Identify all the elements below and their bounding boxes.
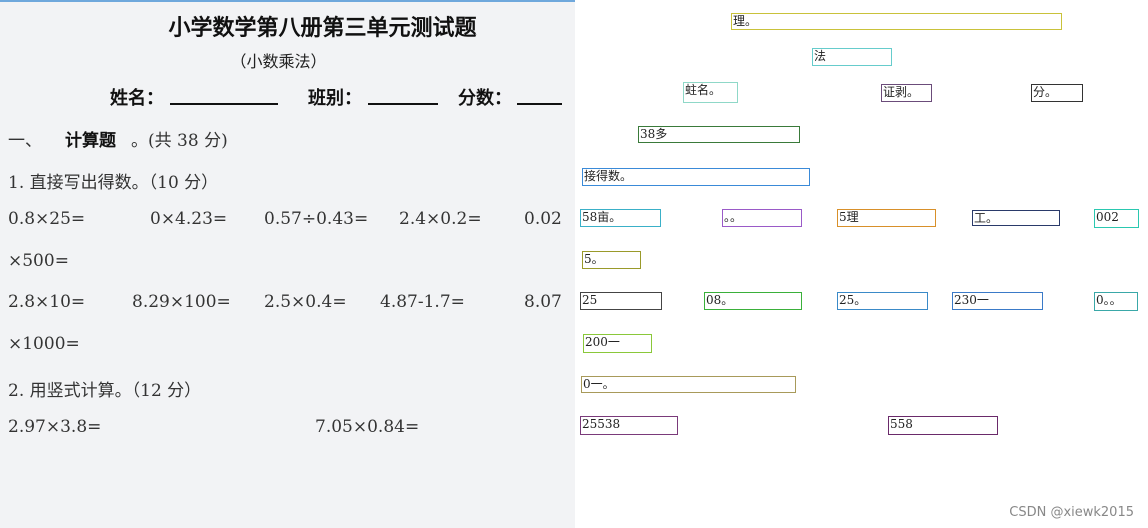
ocr-box: 0。。 — [1094, 292, 1138, 311]
worksheet-panel: 小学数学第八册第三单元测试题 （小数乘法） 姓名： 班别： 分数： 一、 计算题… — [0, 0, 575, 528]
ocr-box: 法 — [812, 48, 892, 66]
ocr-box: 0一。 — [581, 376, 796, 393]
watermark: CSDN @xiewk2015 — [1009, 505, 1134, 520]
ocr-box: 58亩。 — [580, 209, 661, 227]
q1-item-continued: ×1000= — [8, 334, 80, 354]
ocr-results-panel: 理。 法 蛀名。 证剥。 分。 38多 接得数。 58亩。 。。 5理 工。 0… — [575, 0, 1148, 528]
ocr-box: 558 — [888, 416, 998, 435]
q1-item-continued: ×500= — [8, 251, 69, 271]
ocr-box: 工。 — [972, 210, 1060, 226]
section1-points: 。(共 38 分) — [131, 131, 228, 151]
q1-item: 0×4.23= — [150, 209, 228, 229]
ocr-box: 25 — [580, 292, 662, 310]
worksheet-title: 小学数学第八册第三单元测试题 — [168, 15, 477, 41]
q1-item: 8.07 — [524, 292, 562, 312]
ocr-box: 。。 — [722, 209, 802, 227]
ocr-box: 接得数。 — [582, 168, 810, 186]
q1-item: 2.5×0.4= — [264, 292, 347, 312]
score-label: 分数： — [458, 88, 512, 109]
score-blank-line — [517, 103, 562, 105]
ocr-box: 002 — [1094, 209, 1139, 228]
q1-item: 2.8×10= — [8, 292, 86, 312]
class-blank-line — [368, 103, 438, 105]
q1-item: 4.87-1.7= — [380, 292, 465, 312]
q2-item: 2.97×3.8= — [8, 417, 102, 437]
ocr-box: 5理 — [837, 209, 936, 227]
name-label: 姓名： — [110, 88, 164, 109]
ocr-box: 25538 — [580, 416, 678, 435]
worksheet-subtitle: （小数乘法） — [230, 52, 327, 71]
ocr-box: 证剥。 — [881, 84, 932, 102]
ocr-box: 蛀名。 — [683, 82, 738, 103]
ocr-box: 230一 — [952, 292, 1043, 310]
q1-item: 2.4×0.2= — [399, 209, 482, 229]
section1-heading: 计算题 — [65, 131, 116, 151]
q2-item: 7.05×0.84= — [315, 417, 420, 437]
q1-item: 8.29×100= — [132, 292, 231, 312]
class-label: 班别： — [308, 88, 362, 109]
q1-item: 0.8×25= — [8, 209, 86, 229]
ocr-box: 理。 — [731, 13, 1062, 30]
question2-title: 2. 用竖式计算。（12 分） — [8, 381, 202, 401]
section1-number: 一、 — [8, 131, 42, 151]
name-blank-line — [170, 103, 278, 105]
ocr-box: 5。 — [582, 251, 641, 269]
ocr-box: 38多 — [638, 126, 800, 143]
question1-title: 1. 直接写出得数。（10 分） — [8, 173, 219, 193]
q1-item: 0.57÷0.43= — [264, 209, 369, 229]
q1-item: 0.02 — [524, 209, 562, 229]
ocr-box: 分。 — [1031, 84, 1083, 102]
ocr-box: 08。 — [704, 292, 802, 310]
ocr-box: 200一 — [583, 334, 652, 353]
ocr-box: 25。 — [837, 292, 928, 310]
